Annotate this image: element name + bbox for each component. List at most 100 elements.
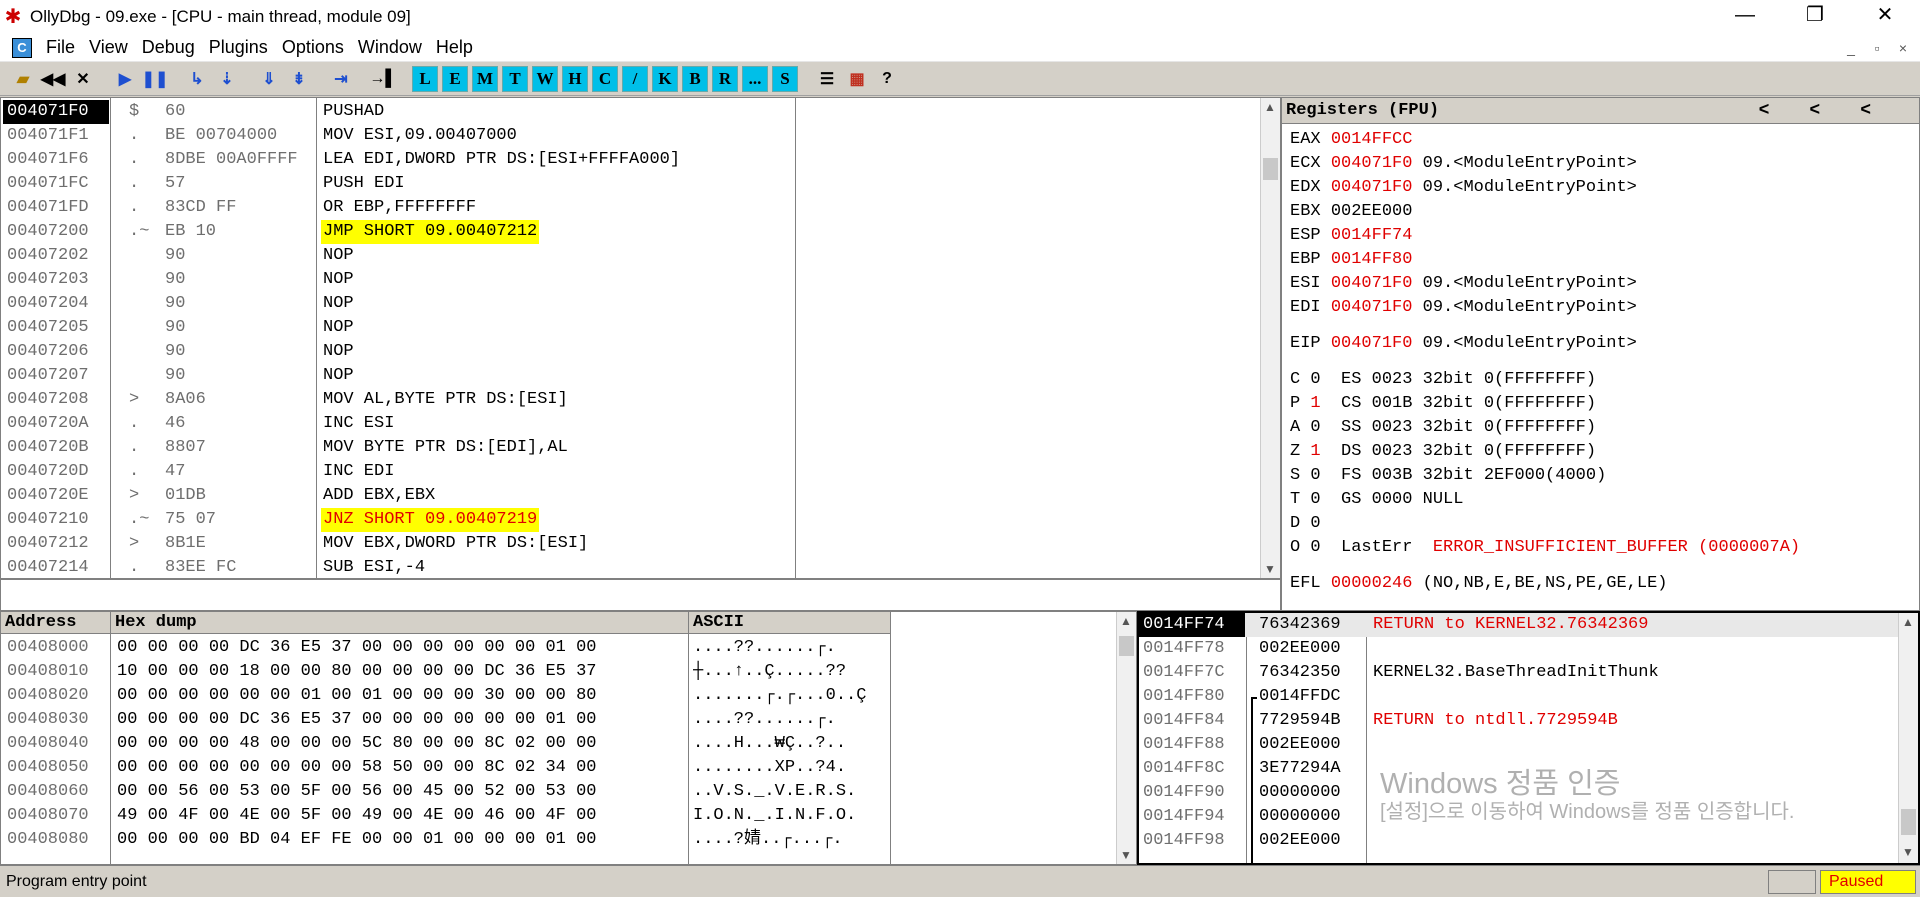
stack-row[interactable]: 0014FF78 002EE000 [1139, 637, 1899, 661]
dump-address-header[interactable]: Address [1, 612, 111, 634]
disasm-row[interactable]: 004071FC. 57 PUSH EDI [1, 172, 1261, 196]
run-trace-window-button[interactable]: ... [742, 65, 768, 92]
register-eax[interactable]: EAX 0014FFCC [1290, 128, 1423, 152]
stack-scrollbar[interactable]: ▲ ▼ [1898, 613, 1918, 863]
references-window-button[interactable]: R [712, 65, 738, 92]
dump-row[interactable]: 00408010 10 00 00 00 18 00 00 80 00 00 00… [1, 660, 1111, 684]
dump-hex-header[interactable]: Hex dump [111, 612, 689, 634]
flag-row[interactable]: P 1 CS 001B 32bit 0(FFFFFFFF) [1290, 392, 1596, 416]
disasm-row[interactable]: 004071F1. BE 00704000 MOV ESI,09.00407000 [1, 124, 1261, 148]
menu-file[interactable]: File [46, 37, 75, 58]
register-edx[interactable]: EDX 004071F0 09.<ModuleEntryPoint> [1290, 176, 1637, 200]
disasm-row[interactable]: 004071F0 $60 PUSHAD [1, 100, 1261, 124]
breakpoints-window-button[interactable]: B [682, 65, 708, 92]
disasm-row[interactable]: 004071F6. 8DBE 00A0FFFF LEA EDI,DWORD PTR … [1, 148, 1261, 172]
dump-row[interactable]: 00408030 00 00 00 00 DC 36 E5 37 00 00 00… [1, 708, 1111, 732]
step-over-icon[interactable]: ⇣ [214, 66, 240, 92]
flag-row[interactable]: S 0 FS 003B 32bit 2EF000(4000) [1290, 464, 1606, 488]
register-esp[interactable]: ESP 0014FF74 [1290, 224, 1423, 248]
disasm-row[interactable]: 00407204 90 NOP [1, 292, 1261, 316]
register-ebp[interactable]: EBP 0014FF80 [1290, 248, 1423, 272]
dump-row[interactable]: 00408080 00 00 00 00 BD 04 EF FE 00 00 01… [1, 828, 1111, 852]
log-window-button[interactable]: L [412, 65, 438, 92]
flag-value[interactable]: 1 [1310, 442, 1320, 461]
handles-window-button[interactable]: H [562, 65, 588, 92]
flag-row[interactable]: Z 1 DS 0023 32bit 0(FFFFFFFF) [1290, 440, 1596, 464]
stack-row[interactable]: 0014FF7C 76342350 KERNEL32.BaseThreadInitT… [1139, 661, 1899, 685]
mdi-minimize-button[interactable]: _ [1838, 38, 1864, 58]
flag-value[interactable]: 0 [1310, 514, 1320, 533]
register-value[interactable]: 004071F0 [1331, 274, 1413, 293]
register-ebx[interactable]: EBX 002EE000 [1290, 200, 1423, 224]
trace-over-icon[interactable]: ⇟ [286, 66, 312, 92]
cpu-window-button[interactable]: C [592, 65, 618, 92]
dump-row[interactable]: 00408050 00 00 00 00 00 00 00 00 58 50 00… [1, 756, 1111, 780]
register-value[interactable]: 0014FF74 [1331, 226, 1413, 245]
source-window-button[interactable]: S [772, 65, 798, 92]
disasm-row[interactable]: 0040720D. 47 INC EDI [1, 460, 1261, 484]
menu-options[interactable]: Options [282, 37, 344, 58]
flag-value[interactable]: 0 [1310, 418, 1320, 437]
register-value[interactable]: 004071F0 [1331, 154, 1413, 173]
dump-row[interactable]: 00408070 49 00 4F 00 4E 00 5F 00 49 00 4E… [1, 804, 1111, 828]
flag-value[interactable]: 0 [1310, 490, 1320, 509]
flag-row[interactable]: T 0 GS 0000 NULL [1290, 488, 1463, 512]
register-efl[interactable]: EFL 00000246 (NO,NB,E,BE,NS,PE,GE,LE) [1290, 572, 1667, 596]
memory-window-button[interactable]: M [472, 65, 498, 92]
go-to-icon[interactable]: →▌ [369, 66, 396, 92]
disasm-row[interactable]: 004071FD. 83CD FF OR EBP,FFFFFFFF [1, 196, 1261, 220]
menu-debug[interactable]: Debug [142, 37, 195, 58]
colors-icon[interactable]: ▦ [844, 66, 870, 92]
rewind-icon[interactable]: ◀◀ [40, 66, 66, 92]
register-value[interactable]: 004071F0 [1331, 334, 1413, 353]
flag-value[interactable]: 0 [1310, 370, 1320, 389]
call-stack-window-button[interactable]: K [652, 65, 678, 92]
register-value[interactable]: 0014FFCC [1331, 130, 1413, 149]
menu-plugins[interactable]: Plugins [209, 37, 268, 58]
disasm-row[interactable]: 0040720B. 8807 MOV BYTE PTR DS:[EDI],AL [1, 436, 1261, 460]
disasm-row[interactable]: 00407212 >8B1E MOV EBX,DWORD PTR DS:[ESI] [1, 532, 1261, 556]
step-into-icon[interactable]: ↳ [184, 66, 210, 92]
restore-button[interactable]: ❐ [1780, 0, 1850, 34]
registers-pane[interactable]: Registers (FPU) <<< EAX 0014FFCC ECX 004… [1281, 97, 1920, 611]
flag-value[interactable]: 0 [1310, 538, 1320, 557]
disassembly-scrollbar[interactable]: ▲ ▼ [1260, 98, 1280, 578]
cpu-window-icon[interactable]: C [12, 37, 32, 58]
flag-row[interactable]: D 0 [1290, 512, 1361, 536]
flag-row[interactable]: O 0 LastErr ERROR_INSUFFICIENT_BUFFER (0… [1290, 536, 1800, 560]
mdi-close-button[interactable]: × [1890, 38, 1916, 58]
disasm-row[interactable]: 0040720A. 46 INC ESI [1, 412, 1261, 436]
help-icon[interactable]: ? [874, 66, 900, 92]
disasm-row[interactable]: 00407207 90 NOP [1, 364, 1261, 388]
run-icon[interactable]: ▶ [112, 66, 138, 92]
close-button[interactable]: ✕ [1850, 0, 1920, 34]
register-value[interactable]: 0014FF80 [1331, 250, 1413, 269]
mdi-restore-button[interactable]: ▫ [1864, 38, 1890, 58]
flag-row[interactable]: C 0 ES 0023 32bit 0(FFFFFFFF) [1290, 368, 1596, 392]
disasm-row[interactable]: 00407214. 83EE FC SUB ESI,-4 [1, 556, 1261, 578]
register-value[interactable]: 00000246 [1331, 574, 1413, 593]
execute-till-return-icon[interactable]: ⇥ [328, 66, 354, 92]
register-value[interactable]: 004071F0 [1331, 178, 1413, 197]
minimize-button[interactable]: — [1710, 0, 1780, 34]
patches-window-button[interactable]: / [622, 65, 648, 92]
register-value[interactable]: 004071F0 [1331, 298, 1413, 317]
register-value[interactable]: 002EE000 [1331, 202, 1413, 221]
disasm-row[interactable]: 00407200 .~ EB 10 JMP SHORT 09.00407212 [1, 220, 1261, 244]
disasm-row[interactable]: 0040720E >01DB ADD EBX,EBX [1, 484, 1261, 508]
disasm-row[interactable]: 00407206 90 NOP [1, 340, 1261, 364]
dump-ascii-header[interactable]: ASCII [689, 612, 891, 634]
executables-window-button[interactable]: E [442, 65, 468, 92]
menu-help[interactable]: Help [436, 37, 473, 58]
pause-icon[interactable]: ❚❚ [142, 66, 169, 92]
disasm-row[interactable]: 00407205 90 NOP [1, 316, 1261, 340]
register-eip[interactable]: EIP 004071F0 09.<ModuleEntryPoint> [1290, 332, 1637, 356]
disasm-row[interactable]: 00407210 .~ 75 07 JNZ SHORT 09.00407219 [1, 508, 1261, 532]
list-icon[interactable]: ☰ [814, 66, 840, 92]
close-icon[interactable]: ✕ [70, 66, 96, 92]
dump-scrollbar[interactable]: ▲ ▼ [1116, 612, 1136, 864]
hex-dump-pane[interactable]: Address Hex dump ASCII 00408000 00 00 00 … [0, 611, 1137, 865]
register-esi[interactable]: ESI 004071F0 09.<ModuleEntryPoint> [1290, 272, 1637, 296]
threads-window-button[interactable]: T [502, 65, 528, 92]
disasm-row[interactable]: 00407202 90 NOP [1, 244, 1261, 268]
